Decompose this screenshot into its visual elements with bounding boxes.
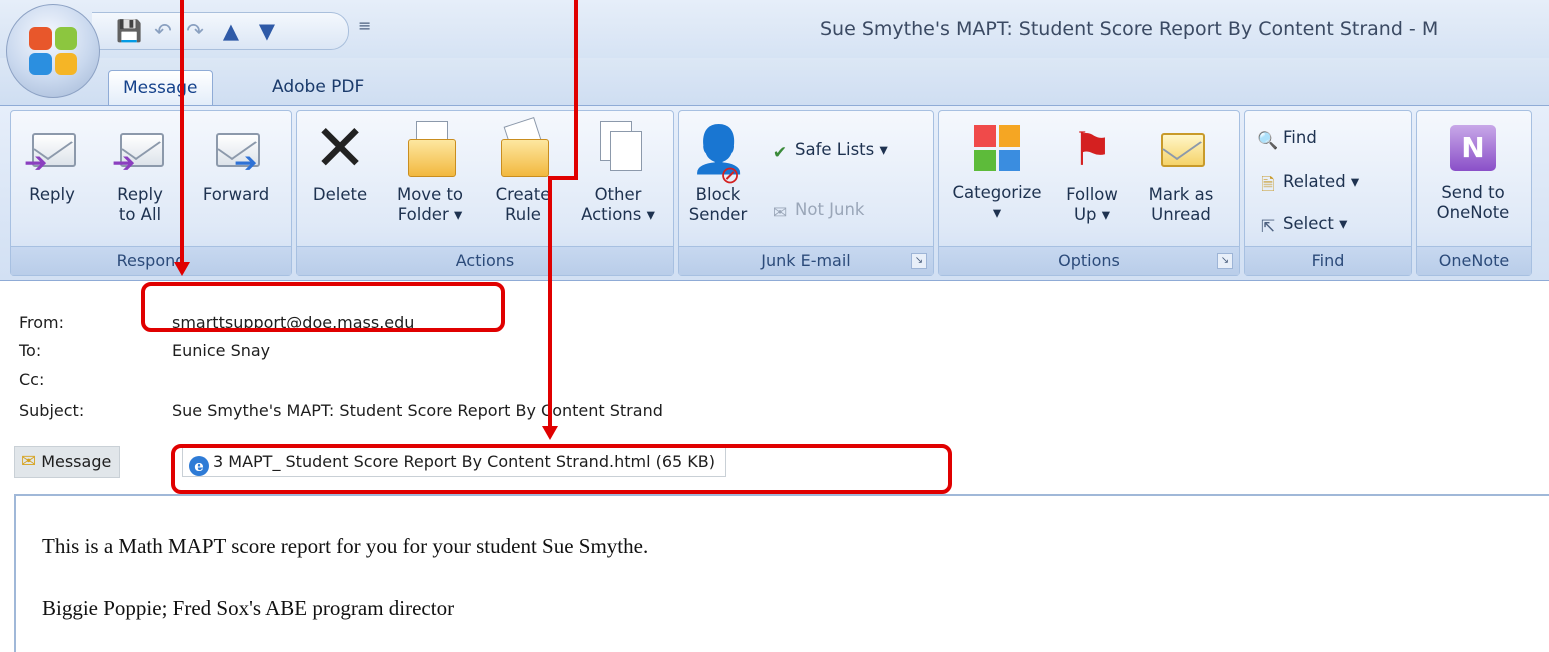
- from-highlight-box: [141, 282, 505, 332]
- reply-all-icon: ➔: [112, 121, 168, 177]
- to-value[interactable]: Eunice Snay: [172, 341, 270, 360]
- group-label-onenote: OneNote: [1417, 246, 1531, 275]
- envelope-icon: ✉: [21, 451, 37, 472]
- group-label-find: Find: [1245, 246, 1411, 275]
- group-label-actions: Actions: [297, 246, 673, 275]
- subject-label: Subject:: [19, 401, 85, 420]
- not-junk-icon: ✉: [772, 203, 788, 223]
- send-to-onenote-button[interactable]: N Send to OneNote: [1421, 115, 1525, 223]
- move-to-folder-button[interactable]: Move to Folder ▾: [383, 115, 477, 225]
- ribbon-tab-strip: Message Adobe PDF: [0, 58, 1549, 106]
- categorize-icon: [974, 125, 1020, 171]
- find-button[interactable]: 🔍 Find: [1257, 127, 1316, 151]
- annotation-line-attach-horizontal: [548, 176, 578, 180]
- to-label: To:: [19, 341, 42, 360]
- block-sender-icon: 👤 ⊘: [690, 122, 748, 189]
- reply-button[interactable]: ➔ Reply: [17, 115, 87, 205]
- group-find: 🔍 Find 🗎 Related ▾ ⇱ Select ▾ Find: [1244, 110, 1412, 276]
- from-label: From:: [19, 313, 65, 332]
- group-onenote: N Send to OneNote OneNote: [1416, 110, 1532, 276]
- customize-toolbar-icon[interactable]: ≡: [358, 16, 371, 35]
- annotation-line-from: [180, 0, 184, 262]
- office-button-icon: [29, 27, 77, 75]
- subject-value: Sue Smythe's MAPT: Student Score Report …: [172, 401, 663, 420]
- undo-icon[interactable]: ↶: [150, 19, 176, 43]
- group-actions: ✕ Delete Move to Folder ▾ Create Rule Ot…: [296, 110, 674, 276]
- tab-message[interactable]: Message: [108, 70, 213, 105]
- redo-icon[interactable]: ↷: [182, 19, 208, 43]
- delete-button[interactable]: ✕ Delete: [303, 115, 377, 205]
- related-button[interactable]: 🗎 Related ▾: [1257, 171, 1359, 195]
- reply-icon: ➔: [24, 121, 80, 177]
- cc-label: Cc:: [19, 370, 45, 389]
- junk-options-launcher[interactable]: ↘: [911, 253, 927, 269]
- mark-unread-icon: [1153, 121, 1209, 177]
- options-launcher[interactable]: ↘: [1217, 253, 1233, 269]
- select-icon: ⇱: [1260, 217, 1276, 237]
- related-icon: 🗎: [1261, 175, 1275, 195]
- tab-adobe-pdf[interactable]: Adobe PDF: [258, 70, 378, 104]
- onenote-icon: N: [1450, 125, 1496, 171]
- delete-icon: ✕: [313, 112, 367, 186]
- forward-icon: ➔: [208, 121, 264, 177]
- mark-as-unread-button[interactable]: Mark as Unread: [1139, 115, 1223, 225]
- reply-all-button[interactable]: ➔ Reply to All: [101, 115, 179, 225]
- next-item-icon[interactable]: ▼: [254, 19, 280, 43]
- annotation-arrowhead-attach: [542, 426, 558, 440]
- follow-up-flag-icon: ⚑: [1071, 122, 1113, 176]
- previous-item-icon[interactable]: ▲: [218, 19, 244, 43]
- not-junk-button[interactable]: ✉ Not Junk: [769, 199, 865, 223]
- safe-lists-button[interactable]: ✔ Safe Lists ▾: [769, 139, 888, 163]
- body-line-1: This is a Math MAPT score report for you…: [42, 534, 649, 558]
- window-title: Sue Smythe's MAPT: Student Score Report …: [820, 18, 1439, 40]
- find-icon: 🔍: [1257, 131, 1279, 151]
- follow-up-button[interactable]: ⚑ Follow Up ▾: [1057, 115, 1127, 225]
- safe-lists-icon: ✔: [772, 143, 788, 163]
- group-label-options: Options: [939, 246, 1239, 275]
- title-bar: 💾 ↶ ↷ ▲ ▼ ≡ Sue Smythe's MAPT: Student S…: [0, 0, 1549, 58]
- group-options: Categorize ▾ ⚑ Follow Up ▾ Mark as Unrea…: [938, 110, 1240, 276]
- quick-access-toolbar: 💾 ↶ ↷ ▲ ▼: [92, 12, 349, 50]
- annotation-arrowhead-from: [174, 262, 190, 276]
- group-respond: ➔ Reply ➔ Reply to All ➔ Forward Respond: [10, 110, 292, 276]
- ribbon: ➔ Reply ➔ Reply to All ➔ Forward Respond…: [0, 106, 1549, 281]
- group-junk-email: 👤 ⊘ Block Sender ✔ Safe Lists ▾ ✉ Not Junk …: [678, 110, 934, 276]
- annotation-line-attach-top: [574, 0, 578, 180]
- other-actions-icon: [590, 121, 646, 177]
- office-button[interactable]: [6, 4, 100, 98]
- select-button[interactable]: ⇱ Select ▾: [1257, 213, 1348, 237]
- block-sender-button[interactable]: 👤 ⊘ Block Sender: [683, 115, 753, 225]
- message-view-button[interactable]: ✉ Message: [14, 446, 121, 478]
- group-label-junk-email: Junk E-mail: [679, 246, 933, 275]
- body-line-2: Biggie Poppie; Fred Sox's ABE program di…: [42, 596, 455, 620]
- create-rule-icon: [495, 117, 551, 177]
- message-body[interactable]: This is a Math MAPT score report for you…: [14, 494, 1549, 652]
- annotation-line-attach-bottom: [548, 176, 552, 426]
- categorize-button[interactable]: Categorize ▾: [945, 115, 1049, 223]
- other-actions-button[interactable]: Other Actions ▾: [569, 115, 667, 225]
- attachment-highlight-box: [171, 444, 952, 494]
- forward-button[interactable]: ➔ Forward: [191, 115, 281, 205]
- save-icon[interactable]: 💾: [116, 19, 142, 43]
- group-label-respond: Respond: [11, 246, 291, 275]
- move-to-folder-icon: [402, 121, 458, 177]
